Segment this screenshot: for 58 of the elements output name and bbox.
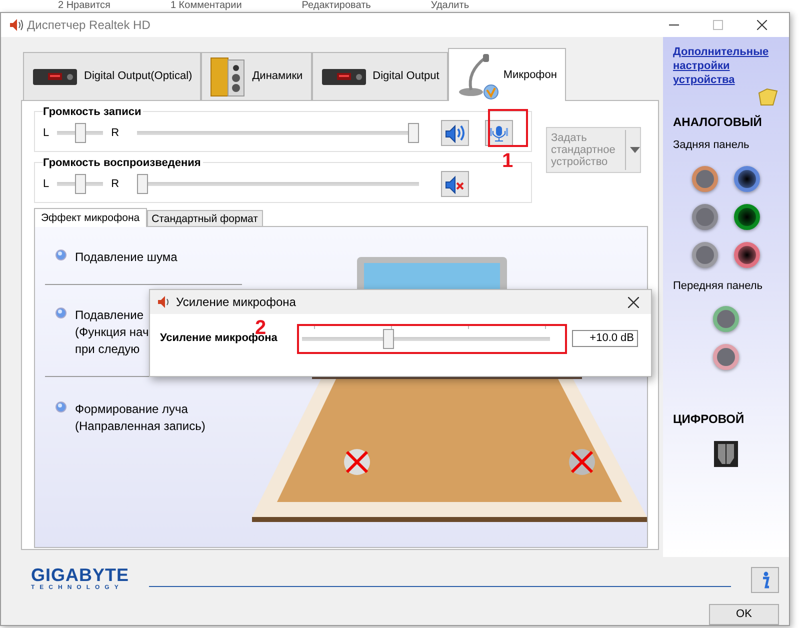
bullet-icon xyxy=(55,249,67,261)
section-title: ЦИФРОВОЙ xyxy=(673,411,746,428)
speaker-icon xyxy=(444,123,466,143)
close-icon[interactable] xyxy=(628,296,639,308)
channel-label: L xyxy=(43,176,50,192)
page-link[interactable]: Редактировать xyxy=(302,0,371,12)
speakers-icon xyxy=(210,56,246,98)
caret-icon xyxy=(630,147,640,153)
audio-jack[interactable] xyxy=(734,242,760,268)
audio-jack[interactable] xyxy=(734,204,760,230)
channel-label: R xyxy=(111,126,120,141)
page-link[interactable]: 1 Комментарии xyxy=(170,0,242,12)
info-button[interactable] xyxy=(751,566,779,592)
device-tab[interactable]: Digital Output(Optical) xyxy=(23,52,202,100)
page-link[interactable]: Удалить xyxy=(430,0,470,12)
section-title: АНАЛОГОВЫЙ xyxy=(673,114,763,131)
tab[interactable]: Стандартный формат xyxy=(146,210,263,226)
unmute-button[interactable] xyxy=(441,171,470,197)
effect-label[interactable]: Подавление шума xyxy=(75,249,178,266)
device-settings-link[interactable]: Дополнительные настройки устройства xyxy=(673,45,779,87)
section-label: Задняя панель xyxy=(673,138,750,153)
channel-label: R xyxy=(111,176,120,192)
channel-label: L xyxy=(43,126,50,141)
bullet-icon xyxy=(55,401,67,413)
window-title: Диспетчер Realtek HD xyxy=(27,17,150,34)
audio-jack[interactable] xyxy=(734,166,760,192)
close-icon[interactable] xyxy=(757,20,767,30)
slider-thumb[interactable] xyxy=(74,123,86,143)
muted-speaker-icon xyxy=(444,174,466,194)
annotation-number: 1 xyxy=(502,151,514,171)
speaker-icon xyxy=(9,18,23,32)
effect-label[interactable]: Формирование луча (Направленная запись) xyxy=(75,401,206,435)
effect-label[interactable]: Подавление (Функция нач при следую xyxy=(75,307,149,358)
speaker-icon xyxy=(157,295,171,309)
page-link[interactable]: 2 Нравится xyxy=(58,0,110,12)
maximize-icon[interactable] xyxy=(713,20,723,30)
value-field: +10.0 dB xyxy=(572,330,638,346)
bullet-icon xyxy=(55,307,67,319)
slider-thumb[interactable] xyxy=(408,123,420,143)
group-title: Громкость записи xyxy=(43,104,144,120)
microphone-icon xyxy=(489,123,510,143)
annotation-frame xyxy=(488,109,528,147)
tab[interactable]: Эффект микрофона xyxy=(34,208,147,227)
device-tab[interactable]: Digital Output xyxy=(312,52,448,100)
section-label: Передняя панель xyxy=(673,278,764,294)
mute-button[interactable] xyxy=(441,120,470,146)
group-title: Громкость воспроизведения xyxy=(43,155,203,172)
logo-text: GIGABYTE xyxy=(31,566,130,584)
dialog-title: Усиление микрофона xyxy=(176,294,296,311)
slider-thumb[interactable] xyxy=(137,174,148,194)
device-tab[interactable]: Микрофон xyxy=(448,48,566,101)
microphone-boost-button[interactable] xyxy=(485,120,514,146)
digital-jack-icon xyxy=(713,440,739,468)
slider[interactable] xyxy=(302,329,550,349)
ok-button[interactable]: OK xyxy=(709,604,779,625)
device-tab[interactable]: Динамики xyxy=(201,52,312,100)
slider-thumb[interactable] xyxy=(74,174,86,194)
slider-thumb[interactable] xyxy=(382,329,394,349)
